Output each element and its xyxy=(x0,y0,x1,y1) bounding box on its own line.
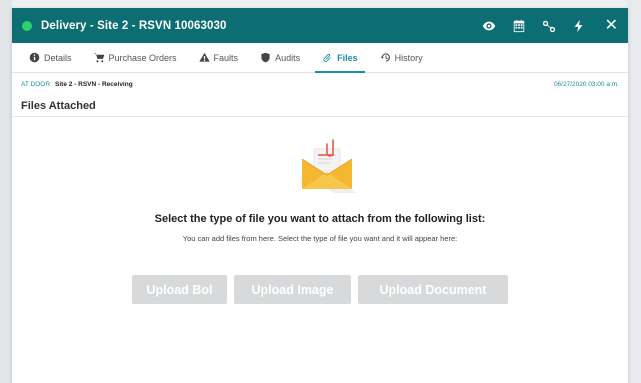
files-empty-state: Select the type of file you want to atta… xyxy=(12,117,628,372)
warning-icon xyxy=(198,52,210,62)
tab-label: Audits xyxy=(275,52,301,63)
tab-label: Files xyxy=(337,52,358,63)
shield-icon xyxy=(261,52,270,63)
tab-files[interactable]: Files xyxy=(311,43,369,73)
empty-state-subtext: You can add files from here. Select the … xyxy=(182,234,458,243)
breadcrumb-current: Site 2 - RSVN - Receiving xyxy=(55,80,133,88)
tab-label: Faults xyxy=(213,52,239,63)
upload-document-button[interactable]: Upload Document xyxy=(358,275,508,304)
empty-state-heading: Select the type of file you want to atta… xyxy=(154,213,486,225)
cart-icon xyxy=(94,53,104,63)
eye-icon[interactable] xyxy=(481,18,497,34)
modal-title: Delivery - Site 2 - RSVN 10063030 xyxy=(41,19,227,32)
tab-details[interactable]: Details xyxy=(18,43,83,72)
tab-faults[interactable]: Faults xyxy=(188,43,250,72)
link-icon[interactable] xyxy=(541,18,557,34)
backdrop-right xyxy=(627,0,641,383)
bolt-icon[interactable] xyxy=(571,18,587,34)
close-icon[interactable]: ✕ xyxy=(605,17,618,34)
timestamp: 06/27/2020 03:00 a.m. xyxy=(553,80,619,88)
delivery-modal: Delivery - Site 2 - RSVN 10063030 ✕ Deta… xyxy=(12,8,628,383)
tab-purchase-orders[interactable]: Purchase Orders xyxy=(83,43,188,72)
upload-buttons: Upload Bol Upload Image Upload Document xyxy=(12,275,628,304)
section-title: Files Attached xyxy=(12,95,628,117)
upload-bol-button[interactable]: Upload Bol xyxy=(132,275,227,304)
calendar-icon[interactable] xyxy=(511,18,527,34)
upload-image-button[interactable]: Upload Image xyxy=(234,275,351,304)
header-actions: ✕ xyxy=(481,17,618,34)
breadcrumb: AT DOOR Site 2 - RSVN - Receiving 06/27/… xyxy=(12,73,628,95)
history-icon xyxy=(380,53,390,62)
backdrop-left xyxy=(0,0,12,383)
modal-header: Delivery - Site 2 - RSVN 10063030 ✕ xyxy=(12,8,628,43)
tab-label: Purchase Orders xyxy=(108,52,177,63)
tab-label: History xyxy=(394,52,423,63)
tab-bar: Details Purchase Orders Faults Audits Fi… xyxy=(12,43,628,73)
tab-history[interactable]: History xyxy=(369,43,434,72)
breadcrumb-link[interactable]: AT DOOR xyxy=(21,81,50,88)
tab-label: Details xyxy=(44,52,72,63)
info-icon xyxy=(29,52,40,63)
envelope-paperclip-icon xyxy=(301,139,356,193)
status-dot xyxy=(22,20,32,31)
tab-audits[interactable]: Audits xyxy=(249,43,311,72)
paperclip-icon xyxy=(323,54,331,62)
